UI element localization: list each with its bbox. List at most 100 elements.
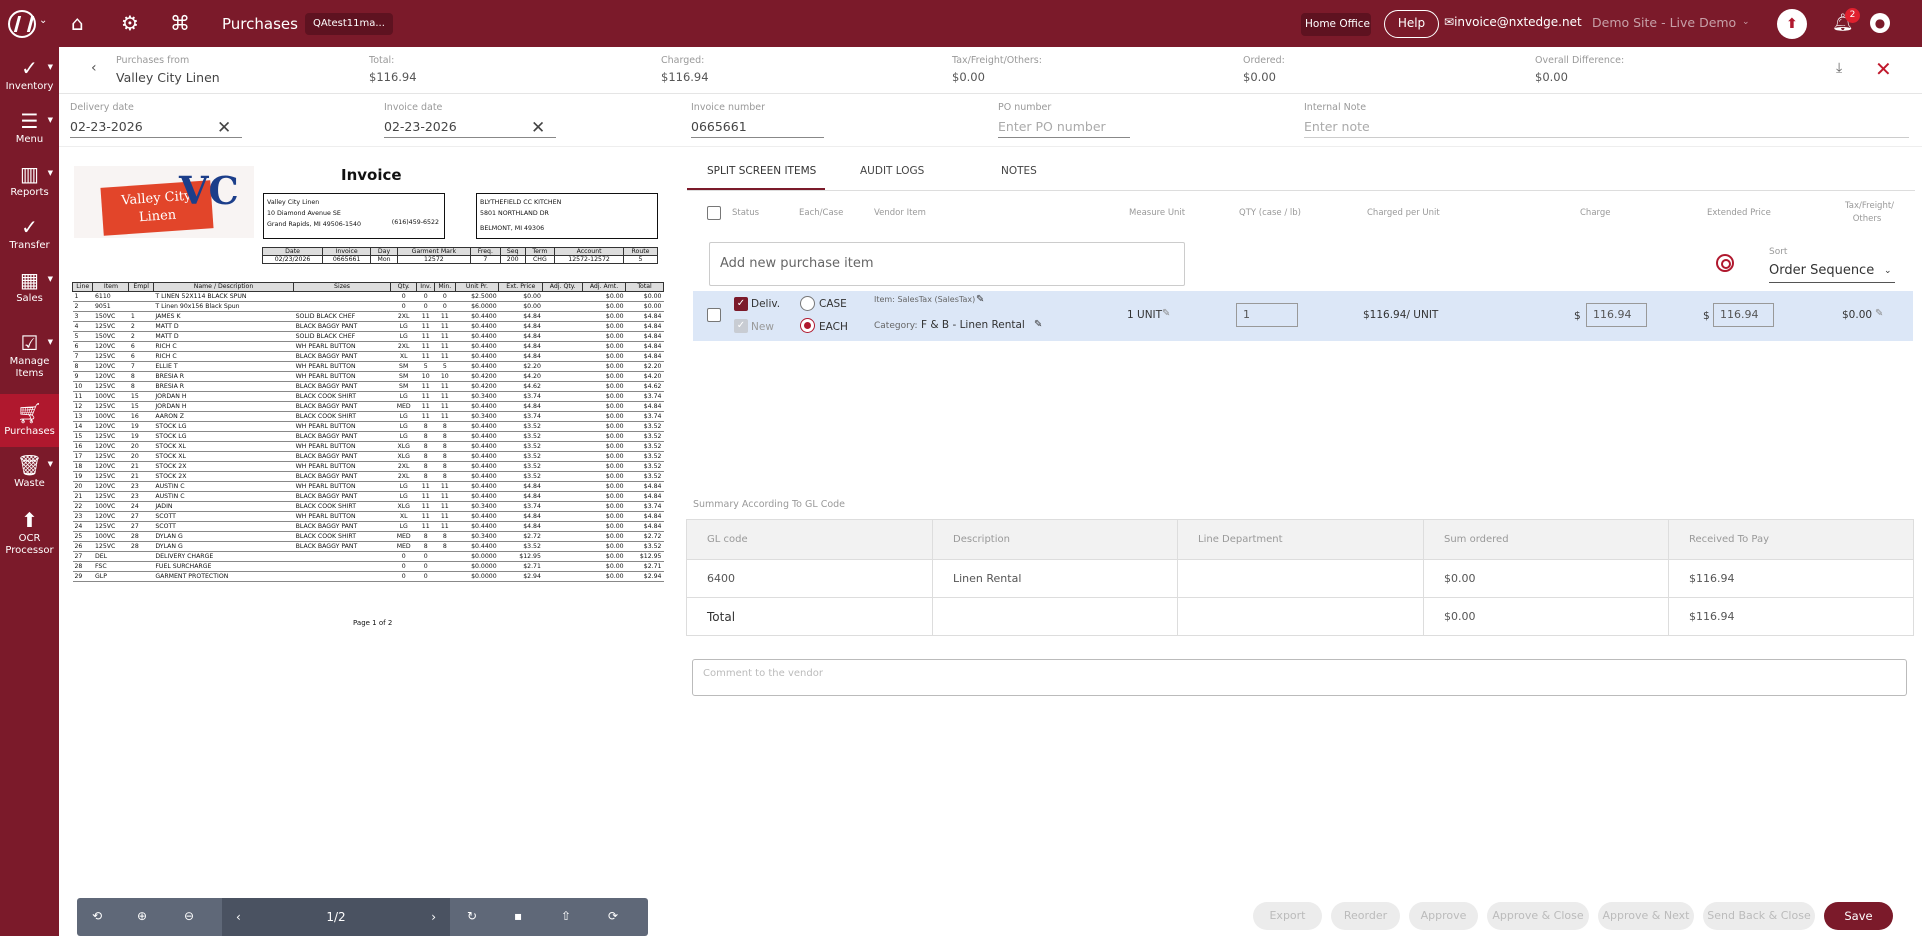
line-cell — [542, 571, 583, 582]
chevron-down-icon[interactable]: ⌄ — [1742, 17, 1750, 27]
chevron-down-icon[interactable]: ⌄ — [39, 15, 47, 26]
po-number-input[interactable]: Enter PO number — [998, 119, 1130, 138]
line-cell: SOLID BLACK CHEF — [293, 311, 391, 322]
app-logo-icon[interactable] — [8, 10, 36, 38]
line-cell: 11 — [434, 511, 456, 522]
line-cell: $3.74 — [625, 501, 664, 512]
sidebar-item-manage-items[interactable]: ☑ Manage Items ▼ — [0, 330, 59, 390]
line-cell: SM — [390, 381, 417, 392]
line-cell: 100VC — [92, 501, 129, 512]
refresh-icon[interactable]: ⟳ — [608, 909, 618, 923]
target-icon[interactable] — [1716, 254, 1734, 272]
upload-icon[interactable]: ⬆ — [1777, 9, 1807, 39]
home-office-button[interactable]: Home Office — [1301, 13, 1371, 36]
meta-header: Seq — [499, 247, 526, 256]
each-radio[interactable] — [800, 318, 815, 333]
sidebar-item-purchases[interactable]: 🛒︎ Purchases — [0, 394, 59, 447]
sidebar-item-ocr-processor[interactable]: ⬆ OCR Processor — [0, 507, 59, 567]
line-cell: $0.00 — [582, 421, 626, 432]
sidebar-item-menu[interactable]: ☰ Menu ▼ — [0, 108, 59, 155]
tab-split-screen-items[interactable]: SPLIT SCREEN ITEMS — [707, 165, 816, 177]
line-cell: 23 — [128, 481, 154, 492]
line-cell: 11 — [416, 411, 435, 422]
approve-close-button[interactable]: Approve & Close — [1487, 902, 1589, 930]
site-select[interactable]: Demo Site - Live Demo — [1592, 15, 1736, 30]
clear-icon[interactable]: ✕ — [531, 118, 545, 138]
invoice-number-input[interactable]: 0665661 — [691, 119, 824, 138]
tab-notes[interactable]: NOTES — [1001, 165, 1037, 177]
currency-symbol: $ — [1574, 310, 1581, 322]
back-chevron-icon[interactable]: ‹ — [91, 60, 97, 76]
download-icon[interactable]: ⤓ — [1836, 60, 1842, 76]
rotate-icon[interactable]: ↻ — [467, 909, 477, 923]
user-avatar-icon[interactable]: ● — [1870, 13, 1890, 33]
row-checkbox[interactable] — [707, 308, 721, 322]
zoom-in-icon[interactable]: ⊕ — [137, 909, 147, 923]
sidebar-item-sales[interactable]: ▦ Sales ▼ — [0, 267, 59, 314]
export-button[interactable]: Export — [1253, 902, 1322, 930]
total-summary: Total: $116.94 — [369, 55, 417, 84]
sidebar-item-reports[interactable]: ▥ Reports ▼ — [0, 161, 59, 208]
line-cell: T LINEN 52X114 BLACK SPUN — [153, 291, 294, 302]
meta-header: Freq. — [469, 247, 501, 256]
invoice-number-field[interactable]: Invoice number 0665661 — [691, 102, 824, 138]
line-cell: BLACK BAGGY PANT — [293, 401, 391, 412]
building-icon[interactable]: ⌘ — [170, 12, 190, 34]
add-purchase-item-input[interactable]: Add new purchase item — [709, 242, 1185, 286]
comment-to-vendor-input[interactable]: Comment to the vendor — [692, 659, 1907, 696]
deliv-checkbox[interactable]: ✓ — [734, 297, 748, 311]
line-cell: 16 — [72, 441, 93, 452]
edit-icon[interactable]: ✎ — [1034, 319, 1042, 330]
send-back-close-button[interactable]: Send Back & Close — [1703, 902, 1815, 930]
help-button[interactable]: Help — [1384, 10, 1439, 38]
approve-next-button[interactable]: Approve & Next — [1598, 902, 1694, 930]
internal-note-field[interactable]: Internal Note Enter note — [1304, 102, 1909, 138]
approve-button[interactable]: Approve — [1409, 902, 1478, 930]
line-cell: JAMES K — [153, 311, 294, 322]
next-page-icon[interactable]: › — [431, 898, 436, 936]
line-header: Adj. Qty. — [542, 282, 583, 292]
line-cell: $4.84 — [625, 511, 664, 522]
meta-value: Mon — [370, 255, 398, 264]
sidebar-item-waste[interactable]: 🗑︎ Waste ▼ — [0, 452, 59, 499]
select-all-checkbox[interactable] — [707, 206, 721, 220]
charge-input[interactable]: 116.94 — [1586, 303, 1647, 327]
clear-icon[interactable]: ✕ — [217, 118, 231, 138]
line-cell: XL — [390, 511, 417, 522]
line-cell: 2 — [128, 331, 154, 342]
save-icon[interactable]: ▪ — [514, 909, 522, 923]
line-cell: $3.52 — [498, 451, 543, 462]
zoom-out-icon[interactable]: ⊖ — [184, 909, 194, 923]
line-cell: STOCK 2X — [153, 461, 294, 472]
gear-icon[interactable]: ⚙ — [121, 12, 139, 34]
prev-page-icon[interactable]: ‹ — [236, 898, 241, 936]
sidebar-item-inventory[interactable]: ✓ Inventory ▼ — [0, 55, 59, 102]
email-link[interactable]: ✉invoice@nxtedge.net — [1444, 15, 1582, 29]
home-icon[interactable]: ⌂ — [71, 12, 84, 34]
po-number-field[interactable]: PO number Enter PO number — [998, 102, 1130, 138]
qty-input[interactable]: 1 — [1236, 303, 1298, 327]
history-icon[interactable]: ⟲ — [92, 909, 102, 923]
edit-icon[interactable]: ✎ — [1162, 308, 1170, 319]
save-button[interactable]: Save — [1824, 902, 1893, 930]
sort-select[interactable]: Order Sequence — [1769, 263, 1895, 283]
location-chip[interactable]: QAtest11ma... — [305, 13, 393, 35]
sidebar-item-transfer[interactable]: ✓ Transfer — [0, 214, 59, 261]
line-cell: 120VC — [92, 421, 129, 432]
internal-note-input[interactable]: Enter note — [1304, 119, 1909, 138]
tab-audit-logs[interactable]: AUDIT LOGS — [860, 165, 924, 177]
upload-icon[interactable]: ⇧ — [561, 909, 571, 923]
case-radio[interactable] — [800, 296, 815, 311]
line-cell: $0.00 — [582, 481, 626, 492]
extended-price-input[interactable]: 116.94 — [1713, 303, 1774, 327]
reorder-button[interactable]: Reorder — [1331, 902, 1400, 930]
chevron-down-icon[interactable]: ⌄ — [1884, 266, 1892, 276]
new-checkbox[interactable]: ✓ — [734, 319, 748, 333]
table-row: 10 125VC 8 BRESIA R BLACK BAGGY PANT SM 11 11 $0… — [72, 381, 664, 392]
close-icon[interactable]: ✕ — [1875, 57, 1892, 81]
edit-icon[interactable]: ✎ — [1875, 308, 1883, 319]
label: Charged: — [661, 55, 705, 66]
edit-icon[interactable]: ✎ — [976, 294, 984, 305]
label: Internal Note — [1304, 102, 1367, 113]
sidebar-item-label: Menu — [15, 134, 44, 145]
